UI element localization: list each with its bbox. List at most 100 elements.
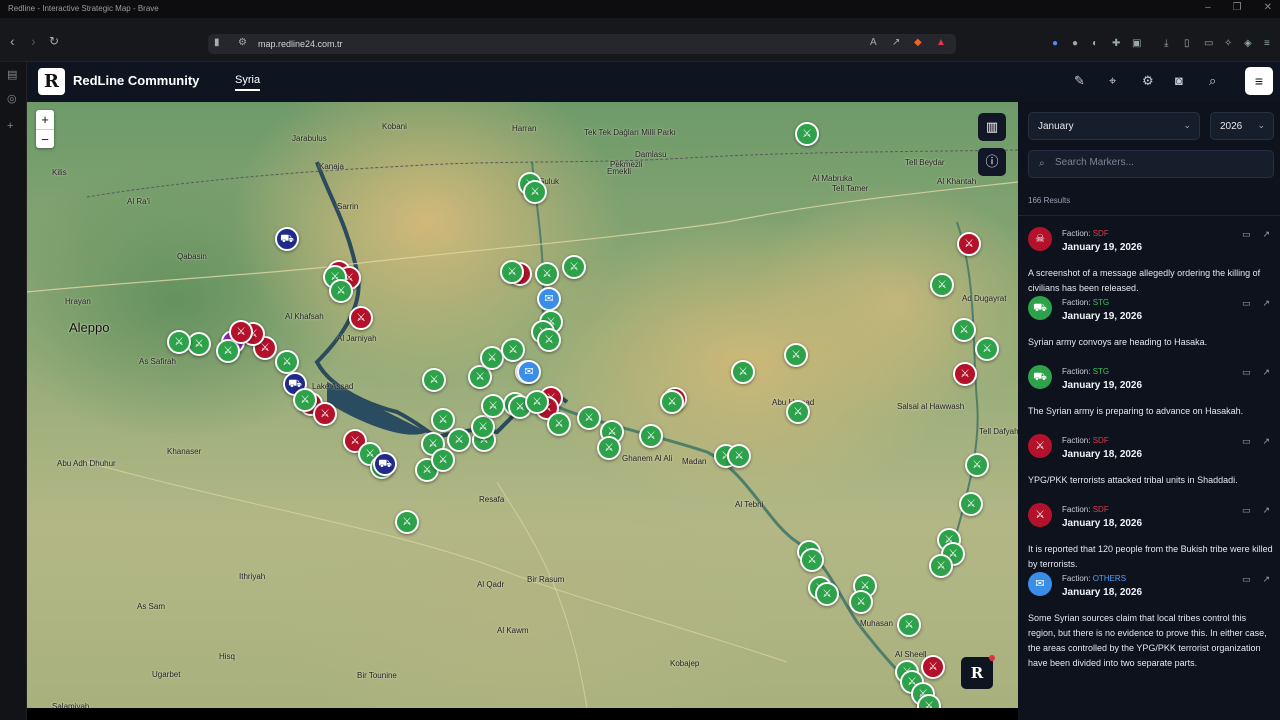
map-marker[interactable]: ⚔ <box>293 388 317 412</box>
map-marker[interactable]: ⛟ <box>373 452 397 476</box>
vpn-icon[interactable]: ◈ <box>1244 38 1252 49</box>
map-marker[interactable]: ⚔ <box>965 453 989 477</box>
marker-search[interactable]: ⌕ <box>1028 150 1274 178</box>
settings-icon[interactable]: ⚙ <box>1142 73 1154 89</box>
map-marker[interactable]: ⚔ <box>447 428 471 452</box>
bookmark-icon[interactable]: ▮ <box>214 37 220 48</box>
year-select[interactable]: 2026 ⌄ <box>1210 112 1274 140</box>
zoom-out-button[interactable]: − <box>36 129 54 148</box>
map-marker[interactable]: ⚔ <box>422 368 446 392</box>
puzzle-icon[interactable]: ✚ <box>1112 38 1120 49</box>
open-link-icon[interactable]: ↗ <box>1262 229 1270 240</box>
extension-icon[interactable]: ● <box>1072 38 1078 49</box>
open-link-icon[interactable]: ↗ <box>1262 367 1270 378</box>
search-icon[interactable]: ⌕ <box>1209 73 1216 89</box>
map-layers-button[interactable]: ▥ <box>978 113 1006 141</box>
map-marker[interactable]: ⚔ <box>815 582 839 606</box>
map-marker[interactable]: ⚔ <box>800 548 824 572</box>
map-marker[interactable]: ⚔ <box>431 408 455 432</box>
map-marker[interactable]: ⚔ <box>784 343 808 367</box>
map-marker[interactable]: ⚔ <box>897 613 921 637</box>
camera-icon[interactable]: ◙ <box>1175 73 1183 88</box>
map-marker[interactable]: ⚔ <box>795 122 819 146</box>
map-marker[interactable]: ✉ <box>517 360 541 384</box>
back-icon[interactable]: ‹ <box>10 34 15 48</box>
map-marker[interactable]: ⚔ <box>957 232 981 256</box>
list-item[interactable]: ⚔ Faction: SDF January 18, 2026 ▭ ↗ It is rep… <box>1018 492 1280 569</box>
open-link-icon[interactable]: ↗ <box>1262 436 1270 447</box>
map-marker[interactable]: ⚔ <box>229 320 253 344</box>
video-icon[interactable]: ▭ <box>1242 367 1251 378</box>
map-marker[interactable]: ⚔ <box>731 360 755 384</box>
video-icon[interactable]: ▭ <box>1242 436 1251 447</box>
extension-icon[interactable]: ▣ <box>1132 38 1141 49</box>
open-link-icon[interactable]: ↗ <box>1262 298 1270 309</box>
map-marker[interactable]: ⚔ <box>313 402 337 426</box>
menu-button[interactable]: ≡ <box>1245 67 1273 95</box>
map-info-button[interactable]: ⓘ <box>978 148 1006 176</box>
close-window-icon[interactable]: ✕ <box>1264 2 1272 13</box>
map-marker[interactable]: ⚔ <box>639 424 663 448</box>
map-marker[interactable]: ⚔ <box>501 338 525 362</box>
map-marker[interactable]: ⚔ <box>952 318 976 342</box>
reload-icon[interactable]: ↻ <box>49 34 59 48</box>
forward-icon[interactable]: › <box>31 34 36 48</box>
app-logo[interactable]: R <box>38 68 65 95</box>
map-marker[interactable]: ⚔ <box>577 406 601 430</box>
map-marker[interactable]: ⚔ <box>535 262 559 286</box>
map-marker[interactable]: ⚔ <box>523 180 547 204</box>
map-marker[interactable]: ⚔ <box>500 260 524 284</box>
map-marker[interactable]: ⚔ <box>786 400 810 424</box>
map-marker[interactable]: ⚔ <box>727 444 751 468</box>
video-icon[interactable]: ▭ <box>1242 298 1251 309</box>
map-marker[interactable]: ⚔ <box>929 554 953 578</box>
url-text[interactable]: map.redline24.com.tr <box>258 39 343 49</box>
list-item[interactable]: ✉ Faction: OTHERS January 18, 2026 ▭ ↗ Some S… <box>1018 561 1280 668</box>
leo-icon[interactable]: ✧ <box>1224 38 1232 49</box>
list-item[interactable]: ⛟ Faction: STG January 19, 2026 ▭ ↗ The Syria… <box>1018 354 1280 423</box>
sidebar-panel-icon[interactable]: ▤ <box>7 68 17 81</box>
browser-menu-icon[interactable]: ≡ <box>1264 38 1270 49</box>
video-icon[interactable]: ▭ <box>1242 574 1251 585</box>
map-marker[interactable]: ✉ <box>537 287 561 311</box>
list-item[interactable]: ⚔ Faction: SDF January 18, 2026 ▭ ↗ YPG/PKK t… <box>1018 423 1280 492</box>
extension-icon[interactable]: ◐ <box>1092 38 1098 49</box>
map-marker[interactable]: ⚔ <box>849 590 873 614</box>
map-marker[interactable]: ⚔ <box>562 255 586 279</box>
map-marker[interactable]: ⚔ <box>525 390 549 414</box>
minimize-icon[interactable]: – <box>1205 2 1211 13</box>
map-marker[interactable]: ⚔ <box>959 492 983 516</box>
redline-badge[interactable]: R <box>961 655 995 689</box>
zoom-in-button[interactable]: + <box>36 110 54 129</box>
map-canvas[interactable]: Kobani Jarabulus Harran Tek Tek Dağları Mil… <box>27 102 1018 708</box>
map-marker[interactable]: ⚔ <box>275 350 299 374</box>
map-marker[interactable]: ⚔ <box>481 394 505 418</box>
map-marker[interactable]: ⚔ <box>547 412 571 436</box>
wallet-icon[interactable]: ▭ <box>1204 38 1213 49</box>
map-marker[interactable]: ⚔ <box>660 390 684 414</box>
open-link-icon[interactable]: ↗ <box>1262 574 1270 585</box>
map-marker[interactable]: ⚔ <box>975 337 999 361</box>
tab-syria[interactable]: Syria <box>235 74 261 91</box>
video-icon[interactable]: ▭ <box>1242 229 1251 240</box>
map-marker[interactable]: ⚔ <box>471 415 495 439</box>
brand-name[interactable]: RedLine Community <box>73 73 199 88</box>
map-marker[interactable]: ⚔ <box>349 306 373 330</box>
search-input[interactable] <box>1055 157 1265 168</box>
map-marker[interactable]: ⛟ <box>275 227 299 251</box>
address-bar[interactable]: ▮ ⚙ map.redline24.com.tr A ↗ ◆ ▲ <box>208 34 956 54</box>
map-marker[interactable]: ⚔ <box>167 330 191 354</box>
brave-shields-icon[interactable]: ◆ <box>914 37 922 48</box>
sidebar-toggle-icon[interactable]: ▯ <box>1184 38 1190 49</box>
list-item[interactable]: ⛟ Faction: STG January 19, 2026 ▭ ↗ Syrian ar… <box>1018 285 1280 354</box>
video-icon[interactable]: ▭ <box>1242 505 1251 516</box>
map-marker[interactable]: ⚔ <box>953 362 977 386</box>
pin-icon[interactable]: ⌖ <box>1109 73 1116 89</box>
maximize-icon[interactable]: ❐ <box>1233 2 1242 13</box>
month-select[interactable]: January ⌄ <box>1028 112 1200 140</box>
open-link-icon[interactable]: ↗ <box>1262 505 1270 516</box>
map-marker[interactable]: ⚔ <box>597 436 621 460</box>
map-marker[interactable]: ⚔ <box>395 510 419 534</box>
draw-icon[interactable]: ✎ <box>1074 73 1085 89</box>
map-marker[interactable]: ⚔ <box>431 448 455 472</box>
